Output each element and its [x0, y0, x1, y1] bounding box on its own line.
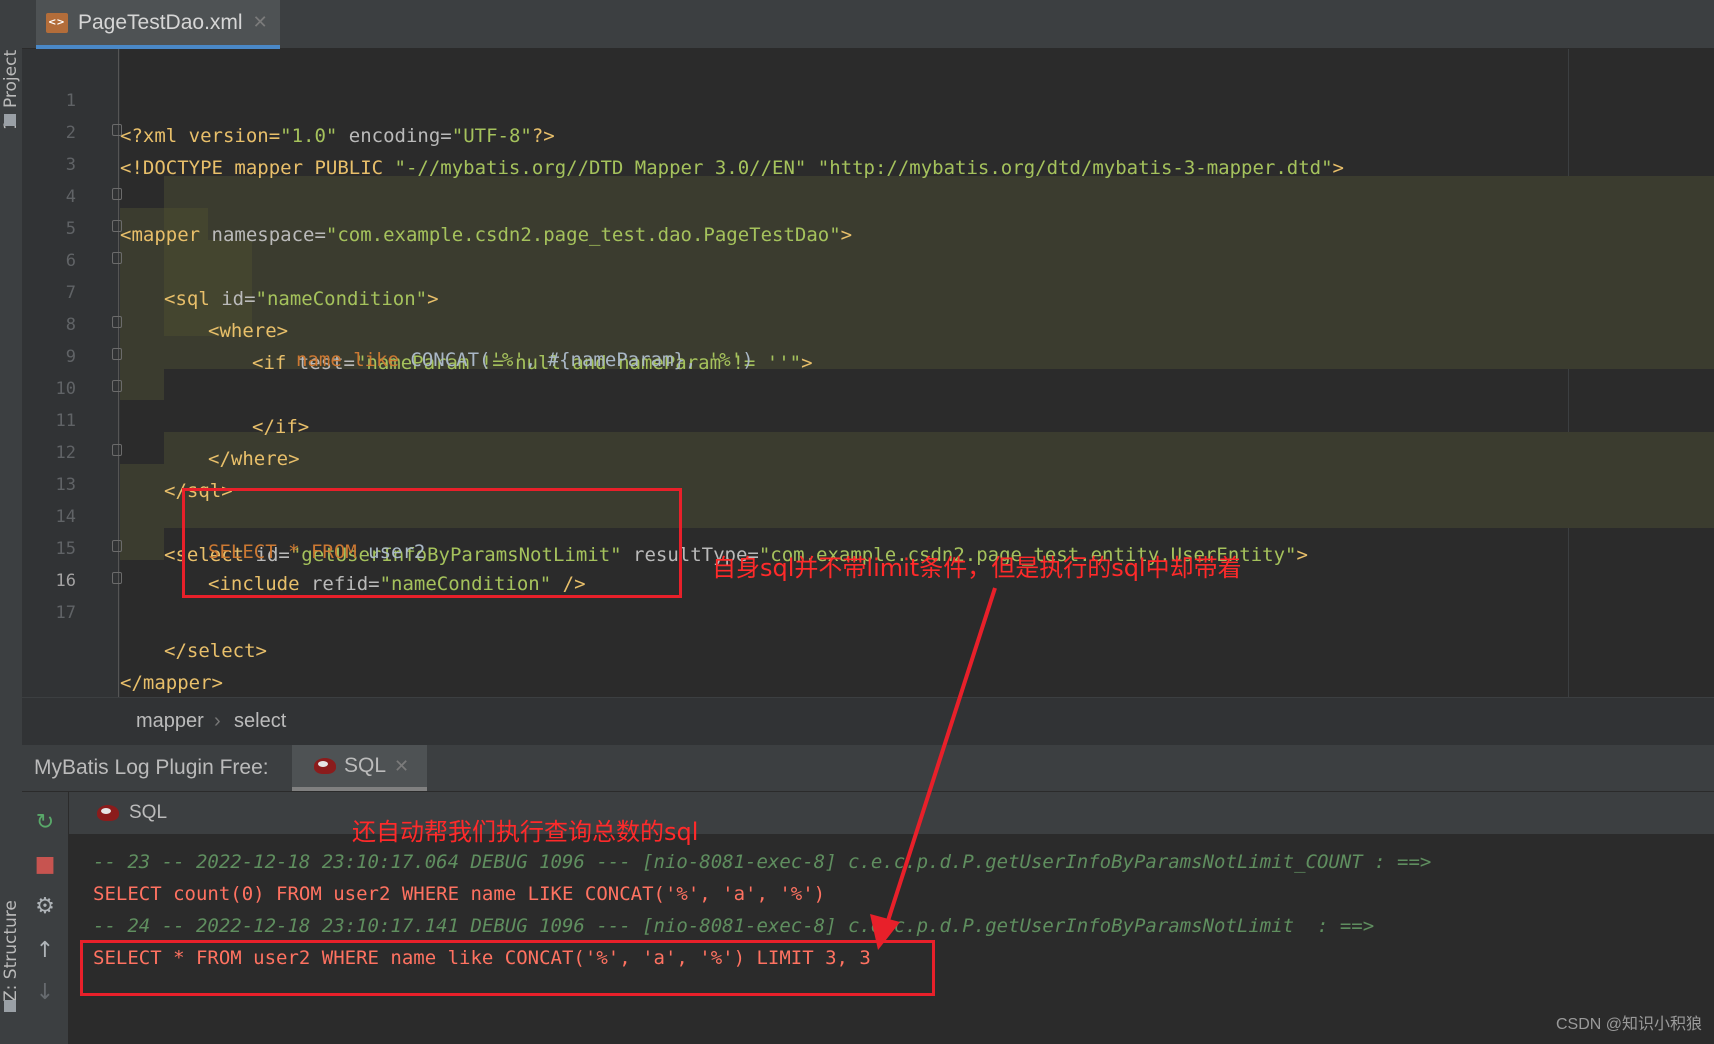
watermark: CSDN @知识小积狼 [1555, 1016, 1702, 1033]
annotation-arrow [870, 587, 997, 950]
